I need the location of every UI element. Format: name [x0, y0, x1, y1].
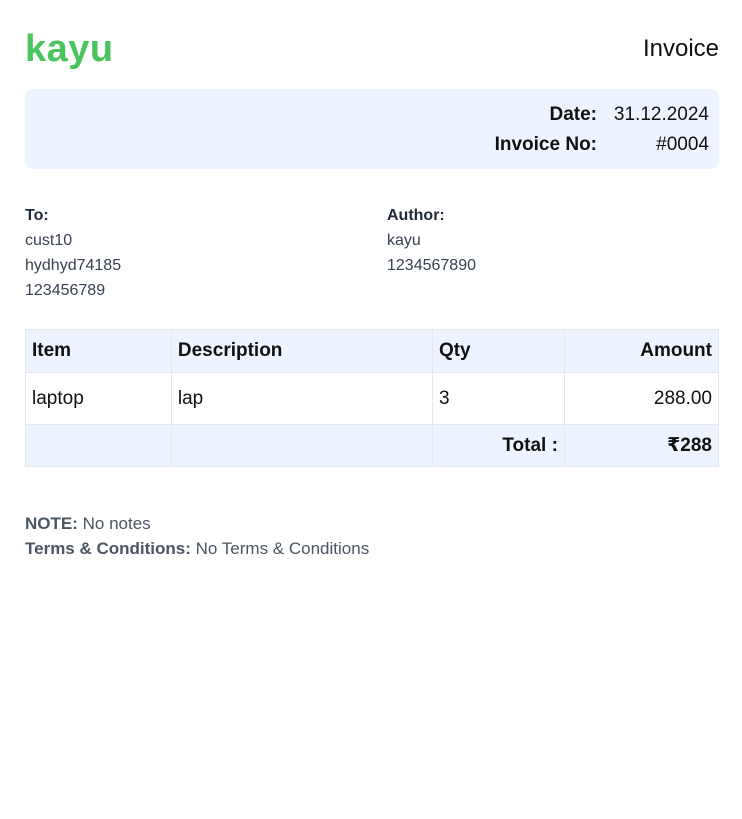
recipient-block: To: cust10 hydhyd74185 123456789 [25, 203, 121, 303]
recipient-phone: 123456789 [25, 282, 106, 299]
items-table: Item Description Qty Amount laptop lap 3… [25, 329, 720, 467]
terms-label: Terms & Conditions: [25, 539, 191, 558]
invoice-meta-box: Date: 31.12.2024 Invoice No: #0004 [25, 89, 719, 169]
header-qty: Qty [431, 329, 565, 373]
recipient-title: To: [25, 207, 49, 224]
invoice-page: kayu Invoice Date: 31.12.2024 Invoice No… [0, 0, 742, 819]
total-empty-cell [170, 424, 433, 467]
total-row: Total : ₹288 [25, 424, 720, 467]
date-row: Date: 31.12.2024 [417, 104, 709, 126]
terms-value: No Terms & Conditions [195, 539, 370, 558]
brand-logo-text: kayu [25, 28, 114, 70]
row-description: lap [170, 372, 433, 425]
note-value: No notes [82, 514, 151, 533]
total-label: Total : [431, 424, 565, 467]
author-title: Author: [387, 207, 445, 224]
document-title: Invoice [642, 35, 719, 62]
header-amount: Amount [563, 329, 720, 373]
note-label: NOTE: [25, 514, 78, 533]
date-label: Date: [549, 104, 597, 125]
invoice-number-row: Invoice No: #0004 [417, 134, 709, 156]
terms-line: Terms & Conditions: No Terms & Condition… [25, 536, 719, 561]
total-value: ₹288 [563, 424, 720, 467]
table-row: laptop lap 3 288.00 [25, 372, 720, 425]
date-value: 31.12.2024 [613, 104, 709, 125]
invoice-header: kayu Invoice [25, 0, 719, 89]
notes-section: NOTE: No notes Terms & Conditions: No Te… [25, 511, 719, 561]
note-line: NOTE: No notes [25, 511, 719, 536]
author-block: Author: kayu 1234567890 [387, 203, 476, 278]
author-name: kayu [387, 232, 421, 249]
table-header-row: Item Description Qty Amount [25, 329, 720, 373]
total-empty-cell [25, 424, 172, 467]
row-item: laptop [25, 372, 172, 425]
recipient-name: cust10 [25, 232, 73, 249]
parties-section: To: cust10 hydhyd74185 123456789 Author:… [25, 169, 719, 329]
invoice-number-label: Invoice No: [494, 134, 597, 155]
row-qty: 3 [431, 372, 565, 425]
header-description: Description [170, 329, 433, 373]
invoice-container: kayu Invoice Date: 31.12.2024 Invoice No… [25, 0, 720, 561]
invoice-number-value: #0004 [656, 134, 709, 155]
recipient-address: hydhyd74185 [25, 257, 122, 274]
author-phone: 1234567890 [387, 257, 476, 274]
row-amount: 288.00 [563, 372, 720, 425]
header-item: Item [25, 329, 172, 373]
